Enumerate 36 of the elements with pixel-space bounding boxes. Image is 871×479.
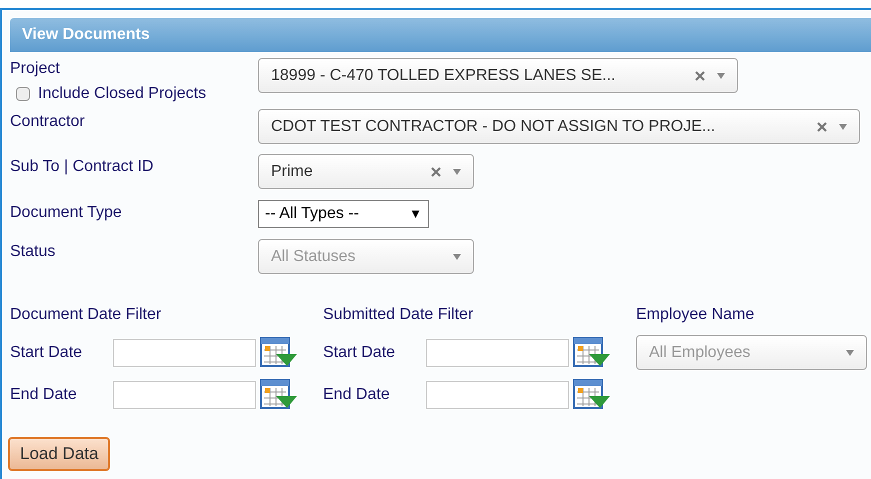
- date-input[interactable]: [426, 339, 569, 367]
- date-label: Start Date: [10, 343, 84, 363]
- calendar-icon[interactable]: [260, 379, 298, 411]
- clear-icon[interactable]: [817, 122, 827, 132]
- date-label: Start Date: [323, 343, 396, 363]
- panel-title: View Documents: [22, 25, 150, 45]
- field-label: Project: [10, 59, 61, 79]
- checkbox-label: Include Closed Projects: [38, 84, 206, 104]
- filter-title: Submitted Date Filter: [323, 305, 474, 325]
- calendar-icon[interactable]: [573, 337, 611, 369]
- type-select[interactable]: -- All Types -- ▼: [258, 200, 429, 228]
- load-data-button[interactable]: Load Data: [8, 437, 110, 471]
- date-label: End Date: [10, 385, 78, 405]
- calendar-icon[interactable]: [573, 379, 611, 411]
- clear-icon[interactable]: [431, 166, 441, 176]
- filter-title: Document Date Filter: [10, 305, 162, 325]
- checkbox[interactable]: [16, 87, 30, 101]
- field-label: Contractor: [10, 112, 86, 132]
- clear-icon[interactable]: [695, 70, 705, 80]
- dropdown-select[interactable]: 18999 - C-470 TOLLED EXPRESS LANES SE...: [258, 58, 738, 93]
- dropdown-arrow-icon: [453, 254, 461, 260]
- field-label: Document Type: [10, 203, 123, 223]
- field-label: Status: [10, 242, 56, 262]
- dropdown-arrow-icon: [846, 350, 854, 356]
- date-input[interactable]: [113, 381, 256, 409]
- date-input[interactable]: [113, 339, 256, 367]
- dropdown-select[interactable]: CDOT TEST CONTRACTOR - DO NOT ASSIGN TO PROJE...: [258, 109, 860, 144]
- field-label: Sub To | Contract ID: [10, 157, 154, 177]
- date-input[interactable]: [426, 381, 569, 409]
- date-label: End Date: [323, 385, 391, 405]
- calendar-icon[interactable]: [260, 337, 298, 369]
- dropdown-arrow-icon: [453, 168, 461, 174]
- dropdown-select[interactable]: Prime: [258, 154, 474, 189]
- dropdown-arrow-icon: [717, 72, 725, 78]
- dropdown-arrow-icon: [839, 124, 847, 130]
- filter-title: Employee Name: [636, 305, 756, 325]
